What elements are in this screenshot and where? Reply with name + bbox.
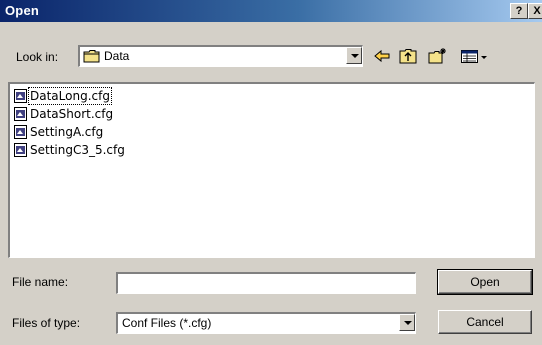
dialog-title: Open (5, 3, 40, 18)
file-name: SettingC3_5.cfg (30, 143, 125, 157)
new-folder-icon[interactable] (428, 47, 448, 65)
files-of-type-value: Conf Files (*.cfg) (122, 316, 212, 330)
folder-icon (83, 50, 100, 63)
look-in-label: Look in: (16, 50, 59, 64)
files-of-type-label: Files of type: (12, 316, 81, 330)
config-file-icon (14, 125, 27, 139)
file-name-label: File name: (12, 275, 69, 289)
config-file-icon (14, 89, 27, 103)
look-in-dropdown[interactable]: Data (78, 45, 363, 67)
file-name: SettingA.cfg (30, 125, 104, 139)
help-button[interactable]: ? (510, 3, 528, 19)
config-file-icon (14, 143, 27, 157)
file-name-input[interactable] (116, 272, 416, 294)
file-name: DataLong.cfg (28, 87, 112, 105)
config-file-icon (14, 107, 27, 121)
file-name: DataShort.cfg (30, 107, 114, 121)
look-in-value: Data (104, 49, 130, 63)
up-one-level-icon[interactable] (398, 47, 418, 65)
open-dialog: Open ? X Look in: Data DataLong.cfg Data… (0, 0, 542, 345)
file-list[interactable]: DataLong.cfg DataShort.cfg SettingA.cfg (8, 82, 535, 258)
title-bar[interactable]: Open ? X (0, 0, 542, 22)
close-button[interactable]: X (528, 3, 542, 19)
files-of-type-dropdown[interactable]: Conf Files (*.cfg) (116, 312, 416, 334)
back-arrow-icon[interactable] (372, 47, 392, 65)
view-menu-icon[interactable] (460, 47, 492, 65)
files-of-type-dropdown-arrow[interactable] (399, 314, 415, 331)
cancel-button[interactable]: Cancel (438, 310, 532, 334)
open-button[interactable]: Open (437, 269, 533, 295)
look-in-dropdown-arrow[interactable] (346, 47, 362, 64)
